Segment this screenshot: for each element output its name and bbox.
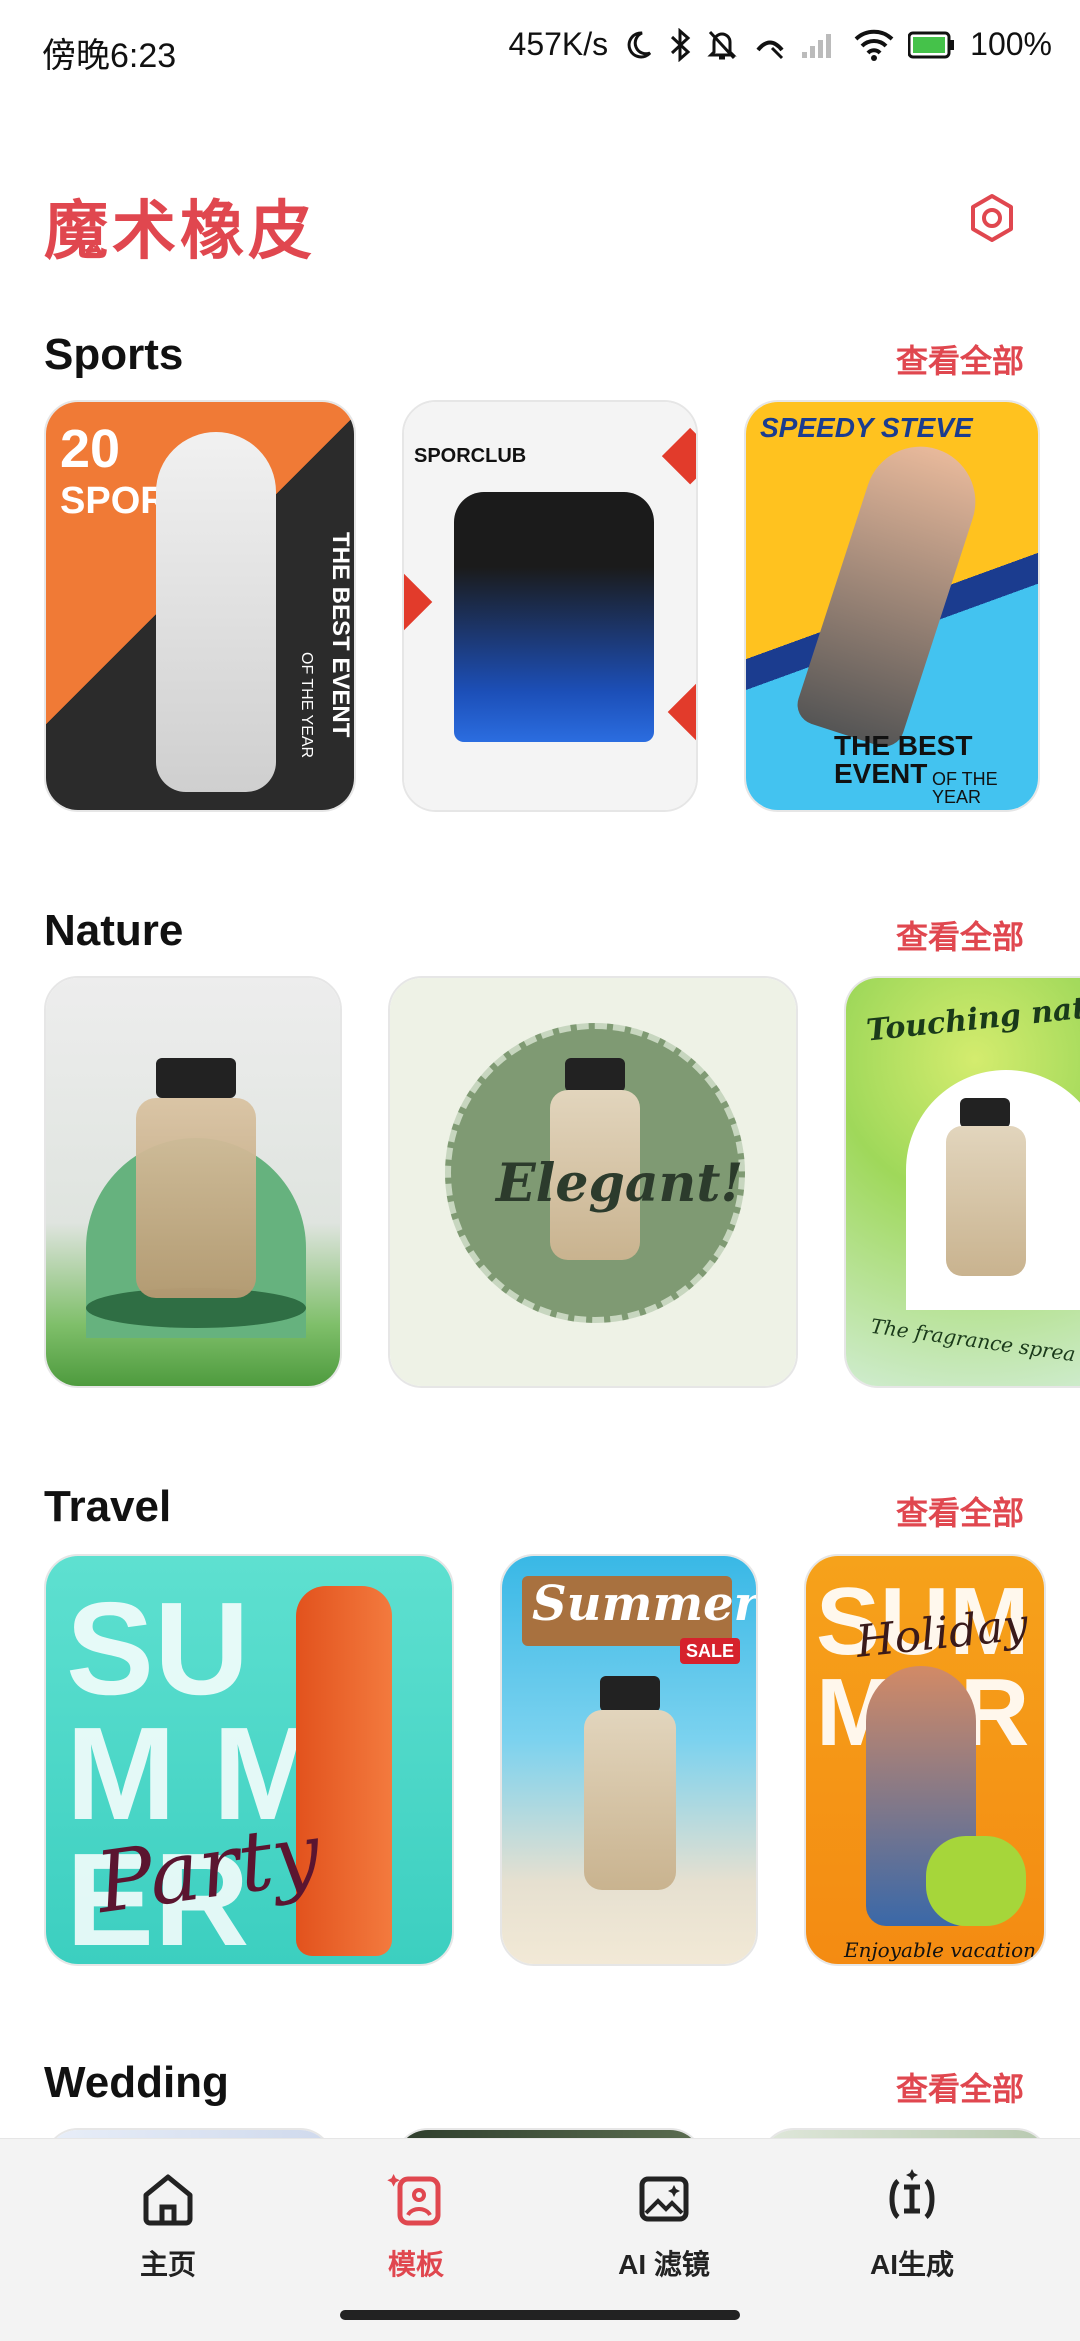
athlete-image	[156, 432, 276, 792]
template-card-travel-3[interactable]: SUM MER Holiday Enjoyable vacation	[804, 1554, 1046, 1966]
card-script-text: Summer	[532, 1576, 758, 1632]
template-card-travel-2[interactable]: Summer SALE	[500, 1554, 758, 1966]
moon-icon	[627, 30, 652, 58]
template-card-travel-1[interactable]: SUM MER Party	[44, 1554, 454, 1966]
perfume-bottle-image	[136, 1098, 256, 1298]
ai-generate-icon	[889, 2169, 935, 2219]
card-bottom-text: Enjoyable vacation	[844, 1938, 1037, 1962]
sale-badge: SALE	[680, 1638, 741, 1664]
card-side-text: THE BEST EVENT	[327, 532, 354, 738]
section-title-travel: Travel	[44, 1482, 172, 1531]
section-title-sports: Sports	[44, 330, 184, 379]
nav-item-template[interactable]: 模板	[316, 2167, 516, 2283]
template-icon	[387, 2174, 441, 2226]
nav-label: AI 滤镜	[618, 2249, 710, 2280]
call-icon	[756, 40, 784, 59]
section-title-wedding: Wedding	[44, 2058, 229, 2107]
card-brand-text: SPORCLUB	[414, 445, 527, 467]
nav-item-home[interactable]: 主页	[68, 2167, 268, 2283]
perfume-bottle-image	[584, 1710, 676, 1890]
nav-item-ai-filter[interactable]: AI 滤镜	[564, 2167, 764, 2283]
card-script-text: Elegant!	[496, 1153, 744, 1214]
card-sub-text: OF THE YEAR	[932, 769, 998, 807]
status-icons: 457K/s 100%	[509, 26, 1052, 63]
nav-label: 主页	[139, 2249, 196, 2280]
template-card-nature-3[interactable]: Touching natu The fragrance sprea	[844, 976, 1080, 1388]
template-card-sports-3[interactable]: SPEEDY STEVE THE BEST EVENT OF THE YEAR	[744, 400, 1040, 812]
template-card-sports-1[interactable]: 20 SPORT THE BEST EVENT OF THE YEAR	[44, 400, 356, 812]
perfume-bottle-image	[946, 1126, 1026, 1276]
home-indicator[interactable]	[340, 2310, 740, 2320]
template-card-sports-2[interactable]: SPORCLUB	[402, 400, 698, 812]
see-all-sports[interactable]: 查看全部	[896, 336, 1024, 382]
cell-signal-icon	[802, 33, 832, 58]
battery-icon	[908, 31, 955, 58]
status-time: 傍晚6:23	[42, 37, 177, 75]
home-icon	[143, 2174, 193, 2226]
template-card-nature-2[interactable]: Elegant!	[388, 976, 798, 1388]
section-title-nature: Nature	[44, 906, 184, 955]
bluetooth-icon	[671, 27, 691, 62]
nav-label: 模板	[387, 2249, 444, 2280]
card-big-text: 20	[60, 419, 121, 479]
wifi-icon	[854, 29, 894, 61]
tshirt-image	[454, 492, 654, 742]
settings-icon[interactable]	[964, 190, 1020, 246]
network-speed: 457K/s	[508, 26, 609, 62]
card-top-text: SPEEDY STEVE	[760, 412, 973, 443]
see-all-nature[interactable]: 查看全部	[896, 912, 1024, 958]
suitcase-image	[926, 1836, 1026, 1926]
ai-filter-icon	[639, 2176, 689, 2222]
card-side-subtext: OF THE YEAR	[298, 652, 315, 759]
nav-label: AI生成	[869, 2249, 954, 2280]
template-card-nature-1[interactable]	[44, 976, 342, 1388]
battery-level: 100%	[970, 26, 1052, 62]
nav-item-ai-generate[interactable]: AI生成	[812, 2167, 1012, 2283]
see-all-travel[interactable]: 查看全部	[896, 1488, 1024, 1534]
app-title: 魔术橡皮	[44, 195, 316, 267]
mute-bell-icon	[707, 30, 737, 59]
status-bar: 傍晚6:23 457K/s 100%	[0, 0, 1080, 100]
see-all-wedding[interactable]: 查看全部	[896, 2064, 1024, 2110]
